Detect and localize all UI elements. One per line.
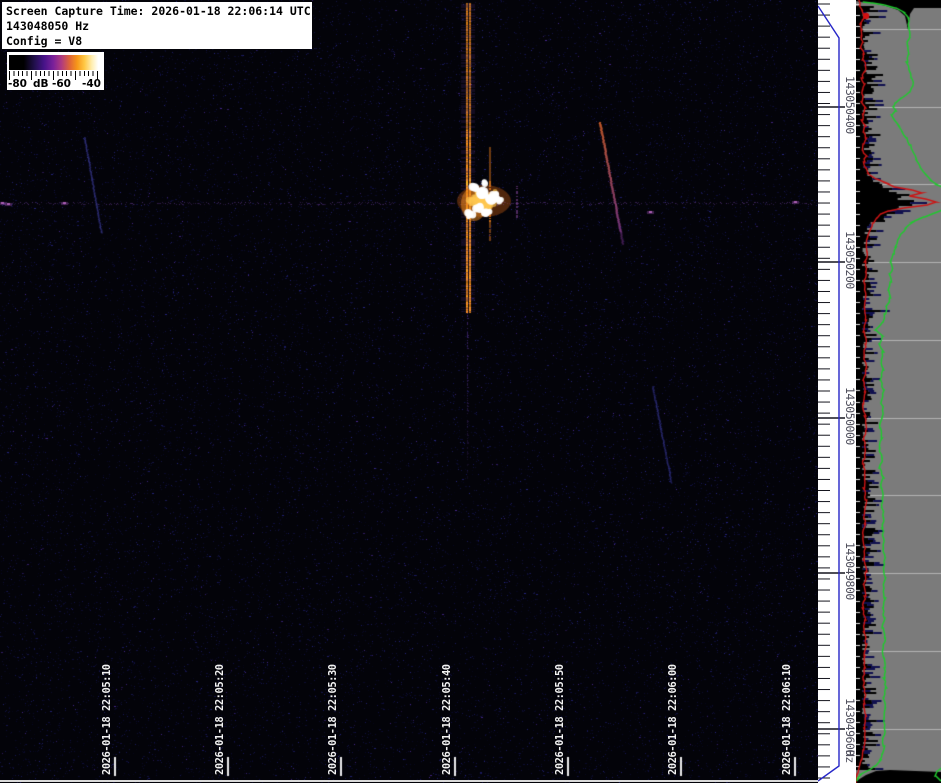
screen-capture-window: Screen Capture Time: 2026-01-18 22:06:14… <box>0 0 941 783</box>
frequency-axis-label: 143049800 <box>843 542 857 600</box>
time-axis-label: 2026-01-18 22:05:30 <box>327 664 339 775</box>
frequency-axis-label: 143050400 <box>843 76 857 134</box>
color-gradient-bar <box>9 55 101 70</box>
frequency-axis-label: 143049600 <box>843 698 857 756</box>
time-axis-label: 2026-01-18 22:05:40 <box>441 664 453 775</box>
time-axis-label: 2026-01-18 22:06:10 <box>781 664 793 775</box>
frequency-axis-label: 143050200 <box>843 231 857 289</box>
spectrum-panel-canvas <box>856 0 941 783</box>
time-axis-label: 2026-01-18 22:05:20 <box>214 664 226 775</box>
time-axis-label: 2026-01-18 22:05:10 <box>101 664 113 775</box>
frequency-span-bracket <box>818 6 839 781</box>
center-frequency-text: 143048050 Hz <box>6 19 312 34</box>
info-box: Screen Capture Time: 2026-01-18 22:06:14… <box>2 2 312 49</box>
time-axis-label: 2026-01-18 22:06:00 <box>667 664 679 775</box>
bottom-border-line <box>0 780 818 782</box>
db-unit-label: dB <box>33 78 49 90</box>
capture-time-text: Screen Capture Time: 2026-01-18 22:06:14… <box>6 4 312 19</box>
db-label-min: -80 <box>8 78 27 90</box>
config-text: Config = V8 <box>6 34 312 49</box>
db-label-mid: -60 <box>52 78 71 90</box>
frequency-axis-label: 143050000 <box>843 387 857 445</box>
time-axis-label: 2026-01-18 22:05:50 <box>554 664 566 775</box>
db-label-max: -40 <box>82 78 101 90</box>
frequency-unit-label: Hz <box>843 750 857 763</box>
color-scale-legend: -80 dB -60 -40 <box>7 52 104 90</box>
spectrogram-canvas <box>0 0 818 783</box>
